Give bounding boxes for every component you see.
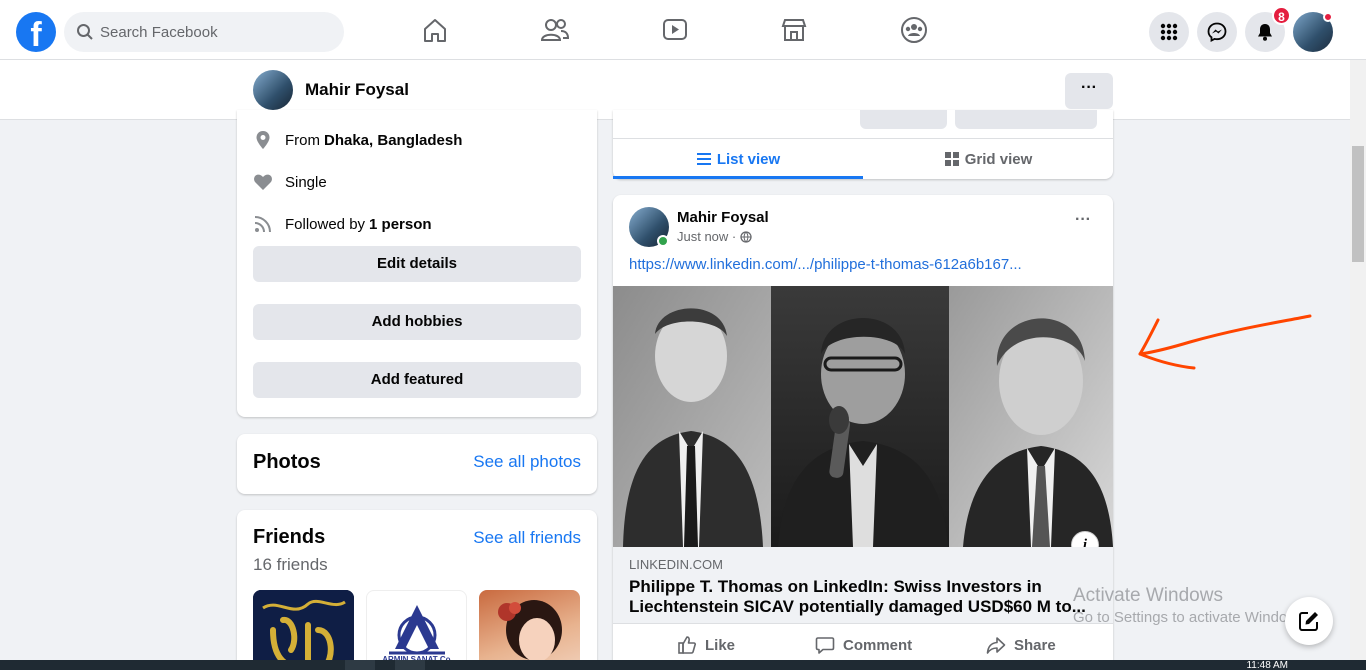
post-timestamp[interactable]: Just now · bbox=[677, 229, 752, 244]
top-navigation-bar: f 8 bbox=[0, 0, 1366, 60]
friends-title[interactable]: Friends bbox=[253, 526, 325, 549]
tab-grid-view-label: Grid view bbox=[964, 150, 1033, 168]
tab-grid-view[interactable]: Grid view bbox=[863, 139, 1113, 179]
home-icon[interactable] bbox=[419, 14, 451, 46]
post-options-button[interactable]: ··· bbox=[1065, 211, 1101, 239]
compose-icon bbox=[1299, 612, 1318, 631]
search-icon bbox=[77, 24, 93, 40]
see-all-friends-link[interactable]: See all friends bbox=[473, 528, 581, 548]
status-dot bbox=[1323, 12, 1333, 22]
location-pin-icon bbox=[256, 131, 270, 149]
activate-windows-subtitle: Go to Settings to activate Windows. bbox=[1073, 609, 1310, 626]
tab-list-view[interactable]: List view bbox=[613, 139, 863, 179]
tab-list-view-label: List view bbox=[716, 150, 781, 168]
friends-count: 16 friends bbox=[253, 555, 328, 574]
photos-title[interactable]: Photos bbox=[253, 451, 321, 474]
portrait-image bbox=[498, 600, 562, 662]
post-link-text[interactable]: https://www.linkedin.com/.../philippe-t-… bbox=[629, 256, 1022, 273]
intro-card: From Dhaka, Bangladesh Single Followed b… bbox=[237, 110, 597, 417]
taskbar-app[interactable] bbox=[395, 660, 425, 670]
facebook-logo[interactable]: f bbox=[16, 12, 56, 52]
new-message-button[interactable] bbox=[1285, 597, 1333, 645]
add-hobbies-button[interactable]: Add hobbies bbox=[253, 304, 581, 340]
link-domain: LINKEDIN.COM bbox=[629, 557, 723, 572]
grid-icon bbox=[944, 152, 959, 166]
intro-hometown-prefix: From bbox=[285, 131, 320, 149]
friends-icon[interactable] bbox=[539, 14, 571, 46]
comment-button[interactable]: Comment bbox=[815, 627, 912, 663]
manage-posts-button[interactable] bbox=[955, 110, 1097, 129]
posts-view-card: List view Grid view bbox=[613, 110, 1113, 179]
menu-button[interactable] bbox=[1149, 12, 1189, 52]
intro-followers: Followed by 1 person bbox=[253, 212, 432, 236]
link-preview-image[interactable] bbox=[613, 286, 1113, 547]
share-icon bbox=[986, 637, 1006, 654]
post-author-name[interactable]: Mahir Foysal bbox=[677, 209, 769, 226]
grid-menu-icon bbox=[1160, 23, 1178, 41]
online-status-dot bbox=[657, 235, 669, 247]
intro-followers-count[interactable]: 1 person bbox=[369, 216, 432, 233]
friends-card: Friends See all friends 16 friends ARMIN… bbox=[237, 510, 597, 670]
friend-thumbnail[interactable] bbox=[479, 590, 580, 670]
like-button[interactable]: Like bbox=[677, 627, 735, 663]
scrollbar-thumb[interactable] bbox=[1352, 146, 1364, 262]
post-time-text: Just now · bbox=[677, 229, 737, 244]
heart-icon bbox=[254, 174, 272, 190]
messenger-icon bbox=[1207, 22, 1227, 42]
list-icon bbox=[696, 153, 711, 165]
intro-hometown-place[interactable]: Dhaka, Bangladesh bbox=[324, 132, 462, 149]
notification-count-badge: 8 bbox=[1272, 6, 1291, 25]
intro-hometown: From Dhaka, Bangladesh bbox=[253, 128, 462, 152]
messenger-button[interactable] bbox=[1197, 12, 1237, 52]
intro-followers-prefix: Followed by bbox=[285, 215, 366, 233]
filters-button[interactable] bbox=[860, 110, 947, 129]
link-preview-meta[interactable]: LINKEDIN.COM Philippe T. Thomas on Linke… bbox=[613, 547, 1113, 624]
see-all-photos-link[interactable]: See all photos bbox=[473, 452, 581, 472]
post-card: Mahir Foysal Just now · ··· https://www.… bbox=[613, 195, 1113, 670]
three-portraits-image bbox=[613, 286, 1113, 547]
taskbar-app[interactable] bbox=[345, 660, 375, 670]
comment-label: Comment bbox=[843, 636, 913, 654]
globe-icon bbox=[740, 230, 752, 243]
edit-details-button[interactable]: Edit details bbox=[253, 246, 581, 282]
search-input[interactable] bbox=[100, 12, 330, 52]
taskbar-clock[interactable]: 11:48 AM bbox=[1246, 661, 1288, 670]
bell-icon bbox=[1258, 24, 1272, 41]
watch-icon[interactable] bbox=[659, 14, 691, 46]
friend-thumbnail[interactable]: ARMIN SANAT Co. bbox=[366, 590, 467, 670]
share-button[interactable]: Share bbox=[986, 627, 1056, 663]
marketplace-icon[interactable] bbox=[778, 14, 810, 46]
annotation-arrow-icon bbox=[1138, 314, 1312, 370]
profile-name[interactable]: Mahir Foysal bbox=[305, 80, 409, 100]
link-title: Philippe T. Thomas on LinkedIn: Swiss In… bbox=[629, 577, 1086, 616]
friend-thumbnail[interactable] bbox=[253, 590, 354, 670]
notifications-button[interactable]: 8 bbox=[1245, 6, 1291, 52]
profile-more-button[interactable]: ··· bbox=[1065, 73, 1113, 109]
windows-taskbar: 11:48 AM bbox=[0, 660, 1366, 670]
account-avatar[interactable] bbox=[1293, 12, 1333, 52]
groups-icon[interactable] bbox=[898, 14, 930, 46]
intro-relationship-text: Single bbox=[285, 173, 327, 191]
photos-card: Photos See all photos bbox=[237, 434, 597, 494]
comment-icon bbox=[815, 637, 835, 654]
share-label: Share bbox=[1014, 636, 1056, 654]
intro-relationship: Single bbox=[253, 170, 327, 194]
like-label: Like bbox=[705, 636, 736, 654]
add-featured-button[interactable]: Add featured bbox=[253, 362, 581, 398]
search-box[interactable] bbox=[64, 12, 344, 52]
thumbs-up-icon bbox=[678, 636, 696, 654]
activate-windows-title: Activate Windows bbox=[1073, 585, 1223, 606]
profile-avatar[interactable] bbox=[253, 70, 293, 110]
post-actions-bar: Like Comment Share bbox=[613, 627, 1113, 663]
calligraphy-image bbox=[253, 590, 354, 670]
rss-followers-icon bbox=[254, 216, 271, 233]
